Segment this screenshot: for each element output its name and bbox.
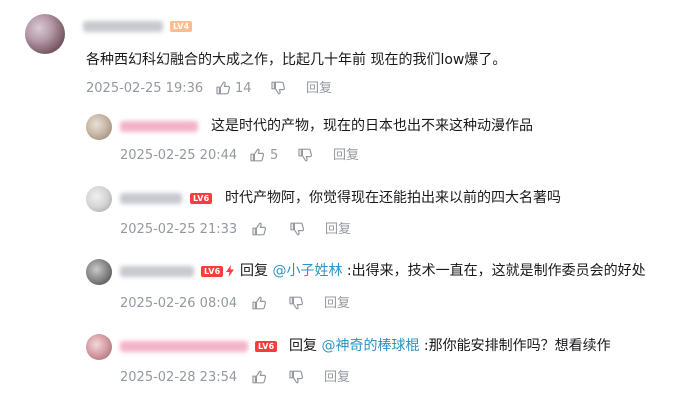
- lightning-bolt-icon: [226, 265, 234, 277]
- like-count: 14: [235, 81, 252, 96]
- reply-text: 回复 @小子姓林 :出得来，技术一直在，这就是制作委员会的好处: [240, 262, 646, 280]
- reply-body: :出得来，技术一直在，这就是制作委员会的好处: [342, 263, 646, 279]
- thumb-down-icon[interactable]: [270, 80, 286, 96]
- like-count: 5: [270, 148, 279, 163]
- level-badge: LV4: [170, 21, 193, 32]
- avatar[interactable]: [86, 186, 112, 212]
- thumb-down-icon[interactable]: [297, 147, 313, 163]
- avatar[interactable]: [86, 334, 112, 360]
- thumb-up-icon[interactable]: [249, 147, 265, 163]
- username-blurred[interactable]: [120, 121, 198, 132]
- reply-prefix: 回复: [289, 338, 322, 354]
- mention-link[interactable]: @小子姓林: [272, 263, 342, 279]
- level-badge: LV6: [190, 193, 213, 204]
- reply-button[interactable]: 回复: [324, 296, 350, 312]
- avatar[interactable]: [86, 114, 112, 140]
- username-blurred[interactable]: [120, 266, 194, 277]
- reply-button[interactable]: 回复: [325, 222, 351, 238]
- reply-text: 这是时代的产物，现在的日本也出不来这种动漫作品: [211, 118, 533, 134]
- timestamp: 2025-02-25 20:44: [120, 148, 238, 163]
- reply-body: :那你能安排制作吗？想看续作: [419, 338, 611, 354]
- mention-link[interactable]: @神奇的棒球棍: [321, 338, 419, 354]
- username-blurred[interactable]: [120, 341, 248, 352]
- level-badge: LV6: [255, 341, 278, 352]
- thumb-up-icon[interactable]: [251, 369, 267, 385]
- timestamp: 2025-02-25 21:33: [120, 222, 238, 237]
- reply-button[interactable]: 回复: [333, 148, 359, 164]
- level-badge: LV6: [201, 266, 224, 277]
- avatar[interactable]: [25, 14, 65, 54]
- thumb-up-icon[interactable]: [251, 221, 267, 237]
- timestamp: 2025-02-28 23:54: [120, 370, 238, 385]
- thumb-down-icon[interactable]: [288, 295, 304, 311]
- reply-button[interactable]: 回复: [306, 81, 332, 97]
- timestamp: 2025-02-25 19:36: [86, 81, 204, 96]
- comment-text: 各种西幻科幻融合的大成之作，比起几十年前 现在的我们low爆了。: [86, 52, 507, 68]
- thumb-down-icon[interactable]: [289, 221, 305, 237]
- thumb-down-icon[interactable]: [288, 369, 304, 385]
- username-blurred[interactable]: [120, 193, 182, 204]
- comment-thread: LV4 各种西幻科幻融合的大成之作，比起几十年前 现在的我们low爆了。 202…: [0, 0, 696, 407]
- timestamp: 2025-02-26 08:04: [120, 296, 238, 311]
- username-blurred[interactable]: [83, 21, 163, 32]
- reply-button[interactable]: 回复: [324, 370, 350, 386]
- reply-prefix: 回复: [240, 263, 273, 279]
- thumb-up-icon[interactable]: [215, 80, 231, 96]
- thumb-up-icon[interactable]: [251, 295, 267, 311]
- avatar[interactable]: [86, 259, 112, 285]
- reply-text: 时代产物阿，你觉得现在还能拍出来以前的四大名著吗: [225, 190, 561, 206]
- reply-text: 回复 @神奇的棒球棍 :那你能安排制作吗？想看续作: [289, 337, 611, 355]
